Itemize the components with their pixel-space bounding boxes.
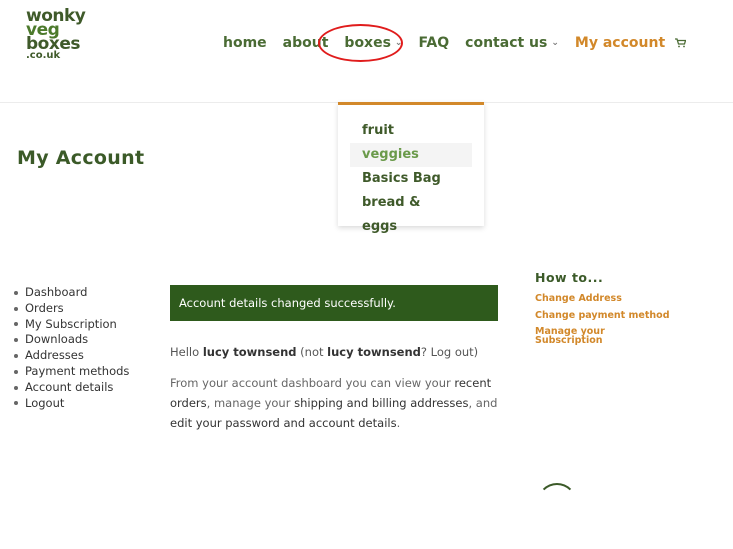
dashboard-intro: From your account dashboard you can view… bbox=[170, 373, 510, 433]
user-name-alt: lucy townsend bbox=[327, 345, 421, 359]
account-nav-label: Addresses bbox=[25, 348, 84, 363]
bullet-icon bbox=[14, 322, 18, 327]
bullet-icon bbox=[14, 354, 18, 359]
bullet-icon bbox=[14, 369, 18, 374]
dropdown-item-basics-bag[interactable]: Basics Bag bbox=[350, 167, 472, 191]
bullet-icon bbox=[14, 401, 18, 406]
addresses-link[interactable]: shipping and billing addresses bbox=[294, 396, 468, 410]
bullet-icon bbox=[14, 338, 18, 343]
greeting: Hello lucy townsend (not lucy townsend? … bbox=[170, 345, 478, 359]
chevron-down-icon: ⌄ bbox=[394, 38, 403, 48]
howto-manage-subscription[interactable]: Manage your Subscription bbox=[535, 327, 615, 346]
nav-my-account[interactable]: My account bbox=[575, 35, 665, 51]
nav-about[interactable]: about bbox=[283, 35, 329, 51]
account-nav-label: Logout bbox=[25, 395, 65, 410]
intro-text: . bbox=[396, 416, 401, 430]
bullet-icon bbox=[14, 306, 18, 311]
account-nav-payment-methods[interactable]: Payment methods bbox=[14, 364, 129, 380]
account-nav-label: Payment methods bbox=[25, 363, 130, 378]
account-nav-label: Downloads bbox=[25, 332, 89, 347]
logo-line-boxes: boxes bbox=[26, 34, 80, 54]
account-nav-label: My Subscription bbox=[25, 316, 117, 331]
account-nav-subscription[interactable]: My Subscription bbox=[14, 317, 129, 333]
nav-my-account-label: My account bbox=[574, 35, 666, 51]
dropdown-item-fruit[interactable]: fruit bbox=[350, 119, 472, 143]
howto-title: How to... bbox=[535, 270, 604, 285]
bullet-icon bbox=[14, 385, 18, 390]
success-notice: Account details changed successfully. bbox=[170, 285, 498, 321]
main-nav: home about boxes ⌄ FAQ contact us ⌄ My acc… bbox=[223, 33, 702, 53]
nav-home[interactable]: home bbox=[223, 35, 267, 51]
intro-text: , manage your bbox=[206, 396, 295, 410]
dropdown-item-veggies[interactable]: veggies bbox=[350, 143, 472, 167]
account-nav-account-details[interactable]: Account details bbox=[14, 380, 129, 396]
user-name: lucy townsend bbox=[202, 345, 297, 359]
howto-change-address[interactable]: Change Address bbox=[535, 293, 670, 304]
edit-account-link[interactable]: edit your password and account details bbox=[170, 416, 397, 430]
cart-icon-svg bbox=[675, 38, 687, 48]
greeting-prefix: Hello bbox=[170, 345, 203, 359]
nav-boxes-label: boxes bbox=[344, 35, 391, 51]
intro-text: , and bbox=[468, 396, 498, 410]
nav-faq[interactable]: FAQ bbox=[418, 35, 449, 51]
nav-contact-label: contact us bbox=[465, 35, 548, 51]
page-title: My Account bbox=[17, 147, 145, 169]
bullet-icon bbox=[14, 290, 18, 295]
account-navigation: Dashboard Orders My Subscription Downloa… bbox=[14, 285, 129, 411]
account-nav-downloads[interactable]: Downloads bbox=[14, 332, 129, 348]
greeting-mid: (not bbox=[296, 345, 328, 359]
account-nav-orders[interactable]: Orders bbox=[14, 301, 129, 317]
account-nav-label: Dashboard bbox=[25, 285, 88, 299]
dropdown-item-bread-eggs[interactable]: bread & eggs bbox=[350, 191, 472, 234]
nav-faq-label: FAQ bbox=[418, 35, 450, 51]
loading-spinner-icon bbox=[537, 483, 577, 523]
nav-home-label: home bbox=[223, 35, 267, 51]
site-logo[interactable]: wonky veg boxes .co.uk bbox=[26, 8, 96, 61]
nav-boxes[interactable]: boxes ⌄ bbox=[344, 35, 402, 51]
account-nav-addresses[interactable]: Addresses bbox=[14, 348, 129, 364]
nav-about-label: about bbox=[282, 35, 329, 51]
account-nav-label: Orders bbox=[25, 300, 64, 315]
intro-text: From your account dashboard you can view… bbox=[170, 376, 455, 390]
account-nav-label: Account details bbox=[25, 379, 114, 394]
account-nav-dashboard[interactable]: Dashboard bbox=[14, 285, 129, 301]
cart-icon[interactable] bbox=[675, 38, 687, 48]
chevron-down-icon: ⌄ bbox=[551, 38, 559, 48]
howto-change-payment[interactable]: Change payment method bbox=[535, 310, 670, 321]
howto-links: Change Address Change payment method Man… bbox=[535, 293, 670, 351]
logout-link[interactable]: ? Log out) bbox=[421, 345, 478, 359]
nav-contact[interactable]: contact us ⌄ bbox=[465, 35, 559, 51]
boxes-dropdown-menu: fruit veggies Basics Bag bread & eggs bbox=[338, 102, 484, 234]
account-nav-logout[interactable]: Logout bbox=[14, 396, 129, 412]
